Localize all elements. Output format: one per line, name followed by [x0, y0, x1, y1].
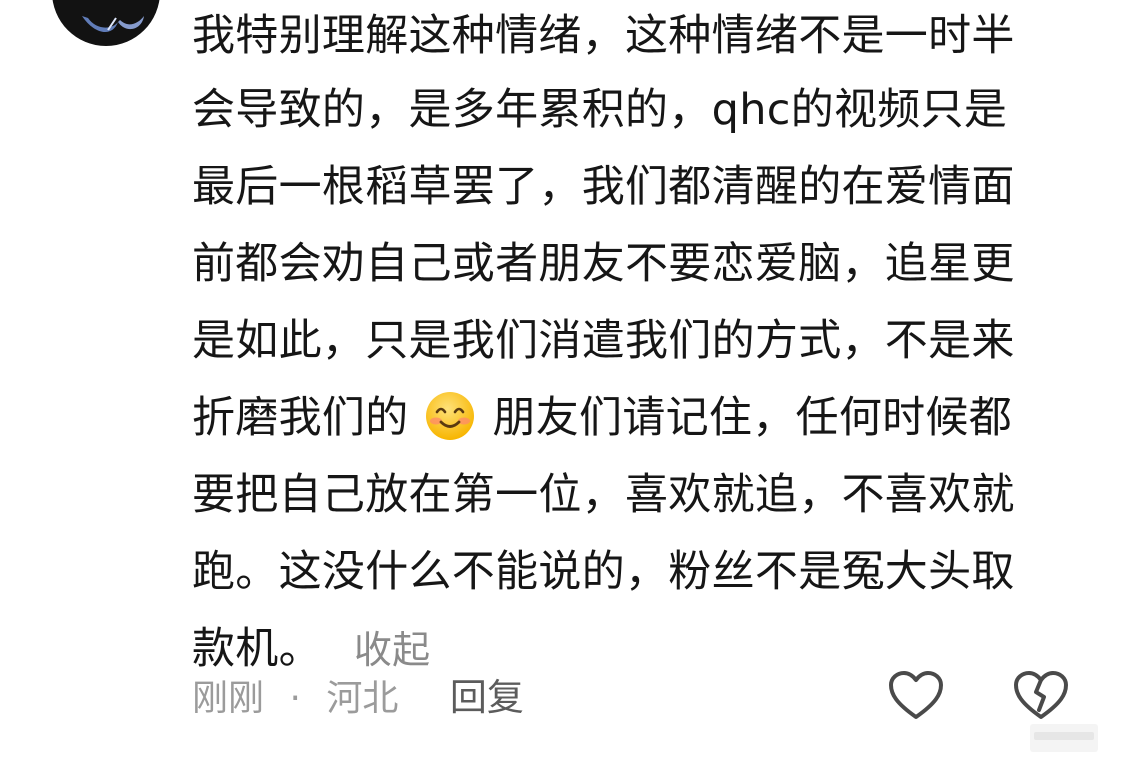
watermark-logo-icon	[1034, 732, 1094, 740]
butterfly-avatar-image	[82, 16, 144, 33]
comment-line: 是如此，只是我们消遣我们的方式，不是来	[192, 316, 1015, 366]
comment-line: 要把自己放在第一位，喜欢就追，不喜欢就	[192, 470, 1015, 520]
comment-time: 刚刚	[192, 678, 265, 719]
comment-text-segment: 款机。	[192, 624, 322, 674]
dislike-button[interactable]	[1013, 670, 1069, 722]
comment-line: 折磨我们的 朋友们请记住，任何时候都	[192, 380, 1092, 457]
comment-meta: 刚刚 · 河北 回复	[192, 668, 524, 728]
meta-separator: ·	[289, 678, 301, 719]
comment-text-segment: 朋友们请记住，任何时候都	[492, 393, 1013, 443]
watermark-badge	[1030, 724, 1098, 752]
collapse-button[interactable]: 收起	[354, 628, 431, 672]
broken-heart-icon	[1014, 671, 1068, 719]
comment-location: 河北	[326, 678, 399, 719]
comment-line: 前都会劝自己或者朋友不要恋爱脑，追星更	[192, 239, 1015, 289]
heart-outline-icon	[889, 671, 943, 719]
comment-line: 会导致的，是多年累积的，qhc的视频只是	[192, 85, 1008, 135]
reply-button[interactable]: 回复	[450, 676, 524, 719]
comment-line: 我特别理解这种情绪，这种情绪不是一时半	[192, 11, 1015, 61]
comment-line: 最后一根稻草罢了，我们都清醒的在爱情面	[192, 162, 1015, 212]
like-button[interactable]	[888, 670, 944, 722]
smiling-face-emoji-icon	[424, 390, 476, 442]
comment-text-segment: 折磨我们的	[192, 393, 409, 443]
comment-text: 我特别理解这种情绪，这种情绪不是一时半 会导致的，是多年累积的，qhc的视频只是…	[192, 0, 1092, 688]
avatar[interactable]	[52, 0, 160, 46]
comment-line: 跑。这没什么不能说的，粉丝不是冤大头取	[192, 547, 1015, 597]
